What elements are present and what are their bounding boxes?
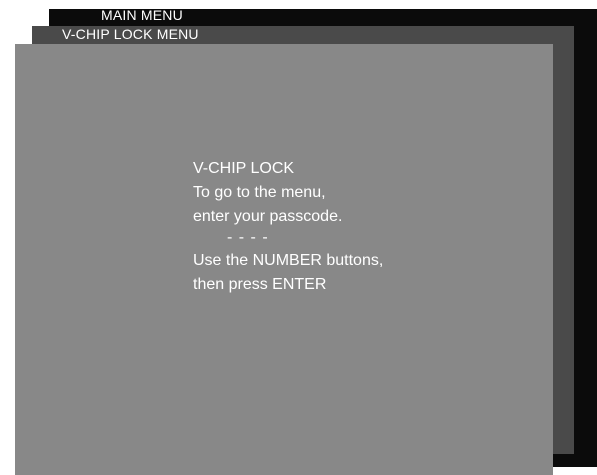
passcode-input[interactable]: - - - - [193, 229, 383, 249]
main-menu-title: MAIN MENU [101, 7, 183, 23]
dialog-text-line-2: enter your passcode. [193, 208, 343, 225]
passcode-dialog-panel: V-CHIP LOCK To go to the menu, enter you… [15, 44, 553, 475]
vchip-lock-menu-title: V-CHIP LOCK MENU [62, 26, 199, 42]
passcode-dialog: V-CHIP LOCK To go to the menu, enter you… [193, 157, 383, 297]
dialog-heading: V-CHIP LOCK [193, 160, 295, 177]
dialog-text-line-1: To go to the menu, [193, 184, 326, 201]
instruction-line-1: Use the NUMBER buttons, [193, 252, 384, 269]
instruction-line-2: then press ENTER [193, 276, 327, 293]
